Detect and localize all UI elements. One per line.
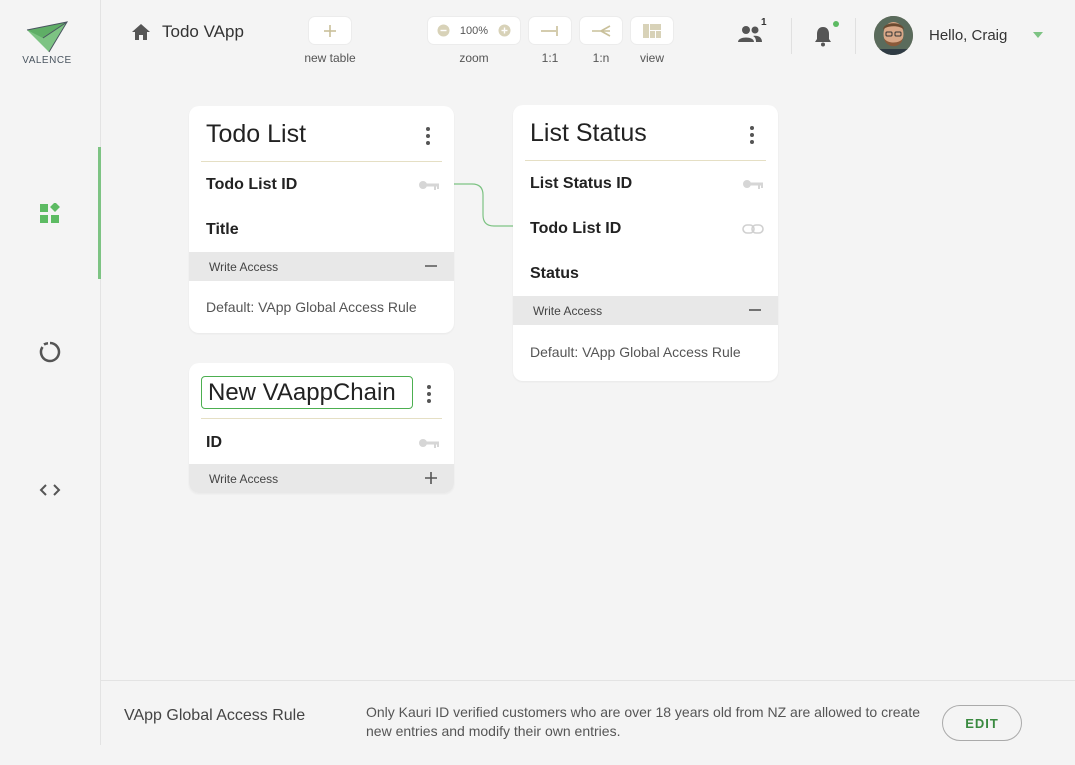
dashboard-icon xyxy=(40,203,60,223)
plus-icon xyxy=(324,24,336,37)
app-title: Todo VApp xyxy=(162,22,244,41)
avatar[interactable] xyxy=(874,16,913,55)
breadcrumb: Todo VApp xyxy=(130,22,244,42)
view-label: view xyxy=(639,51,664,65)
key-icon xyxy=(743,180,763,189)
user-menu-caret-icon[interactable] xyxy=(1033,32,1043,38)
user-greeting[interactable]: Hello, Craig xyxy=(929,27,1007,44)
header-divider xyxy=(791,18,792,54)
table-title: Todo List xyxy=(206,120,307,148)
zoom-value: 100% xyxy=(459,24,489,37)
field-list-status-id[interactable]: List Status ID xyxy=(530,175,632,193)
title-divider xyxy=(201,418,442,419)
kebab-menu-icon[interactable] xyxy=(426,127,430,145)
valence-logo[interactable]: VALENCE xyxy=(20,20,74,66)
field-status[interactable]: Status xyxy=(530,265,579,283)
sidebar-active-indicator xyxy=(98,147,101,279)
field-id[interactable]: ID xyxy=(206,434,222,452)
sidebar: VALENCE xyxy=(0,0,101,745)
write-access-label: Write Access xyxy=(533,304,603,318)
one-to-many-tool: 1:n xyxy=(580,17,622,65)
kebab-menu-icon[interactable] xyxy=(750,126,754,144)
zoom-in-icon[interactable] xyxy=(498,24,511,37)
layout-view-icon xyxy=(643,23,661,38)
zoom-label: zoom xyxy=(459,51,489,65)
global-access-rule-description: Only Kauri ID verified customers who are… xyxy=(366,704,921,739)
one-to-one-button[interactable] xyxy=(529,17,571,44)
one-to-one-tool: 1:1 xyxy=(529,17,571,65)
relation-one-to-one-icon xyxy=(541,25,558,36)
zoom-tool: 100% zoom xyxy=(428,17,520,65)
one-to-one-label: 1:1 xyxy=(541,51,559,65)
one-to-many-label: 1:n xyxy=(592,51,610,65)
expand-plus-icon[interactable] xyxy=(424,471,438,485)
field-todo-list-id[interactable]: Todo List ID xyxy=(206,176,297,194)
home-icon[interactable] xyxy=(130,22,152,42)
header-divider xyxy=(855,18,856,54)
write-access-label: Write Access xyxy=(209,472,279,486)
table-title: List Status xyxy=(530,119,647,147)
loading-ring-icon xyxy=(39,341,61,363)
table-name-input[interactable] xyxy=(201,376,413,409)
new-table-label: new table xyxy=(304,51,356,65)
view-button[interactable] xyxy=(631,17,673,44)
zoom-control: 100% xyxy=(428,17,520,44)
title-divider xyxy=(201,161,442,162)
people-icon[interactable] xyxy=(737,24,763,44)
table-card-list-status: List Status List Status ID Todo List ID … xyxy=(513,105,778,381)
notification-dot xyxy=(833,21,839,27)
access-rule-text: Default: VApp Global Access Rule xyxy=(530,344,741,360)
global-access-rule-title: VApp Global Access Rule xyxy=(124,707,306,724)
bell-icon[interactable] xyxy=(812,25,834,47)
one-to-many-button[interactable] xyxy=(580,17,622,44)
table-card-todo-list: Todo List Todo List ID Title Write Acces… xyxy=(189,106,454,333)
field-title[interactable]: Title xyxy=(206,221,239,239)
title-divider xyxy=(525,160,766,161)
relation-one-to-many-icon xyxy=(592,24,611,37)
write-access-label: Write Access xyxy=(209,260,279,274)
write-access-bar[interactable]: Write Access xyxy=(513,296,778,325)
link-icon xyxy=(742,224,764,234)
collapse-minus-icon[interactable] xyxy=(424,259,438,273)
user-photo-icon xyxy=(874,16,913,55)
key-icon xyxy=(419,181,439,190)
write-access-bar[interactable]: Write Access xyxy=(189,252,454,281)
view-tool: view xyxy=(631,17,673,65)
access-rule-text: Default: VApp Global Access Rule xyxy=(206,299,417,315)
code-icon xyxy=(39,484,61,496)
new-table-tool: new table xyxy=(301,17,359,65)
paper-plane-logo-icon xyxy=(26,21,69,53)
sidebar-item-status[interactable] xyxy=(36,338,64,366)
sidebar-item-tables[interactable] xyxy=(36,200,64,228)
table-card-new: ID Write Access xyxy=(189,363,454,493)
write-access-bar[interactable]: Write Access xyxy=(189,464,454,493)
new-table-button[interactable] xyxy=(309,17,351,44)
people-count-badge: 1 xyxy=(761,17,767,28)
sidebar-item-code[interactable] xyxy=(36,476,64,504)
kebab-menu-icon[interactable] xyxy=(427,385,431,403)
key-icon xyxy=(419,439,439,448)
logo-text: VALENCE xyxy=(22,55,72,66)
field-todo-list-id-fk[interactable]: Todo List ID xyxy=(530,220,621,238)
edit-rule-button[interactable]: EDIT xyxy=(942,705,1022,741)
footer-divider xyxy=(100,680,1075,681)
collapse-minus-icon[interactable] xyxy=(748,303,762,317)
zoom-out-icon[interactable] xyxy=(437,24,450,37)
